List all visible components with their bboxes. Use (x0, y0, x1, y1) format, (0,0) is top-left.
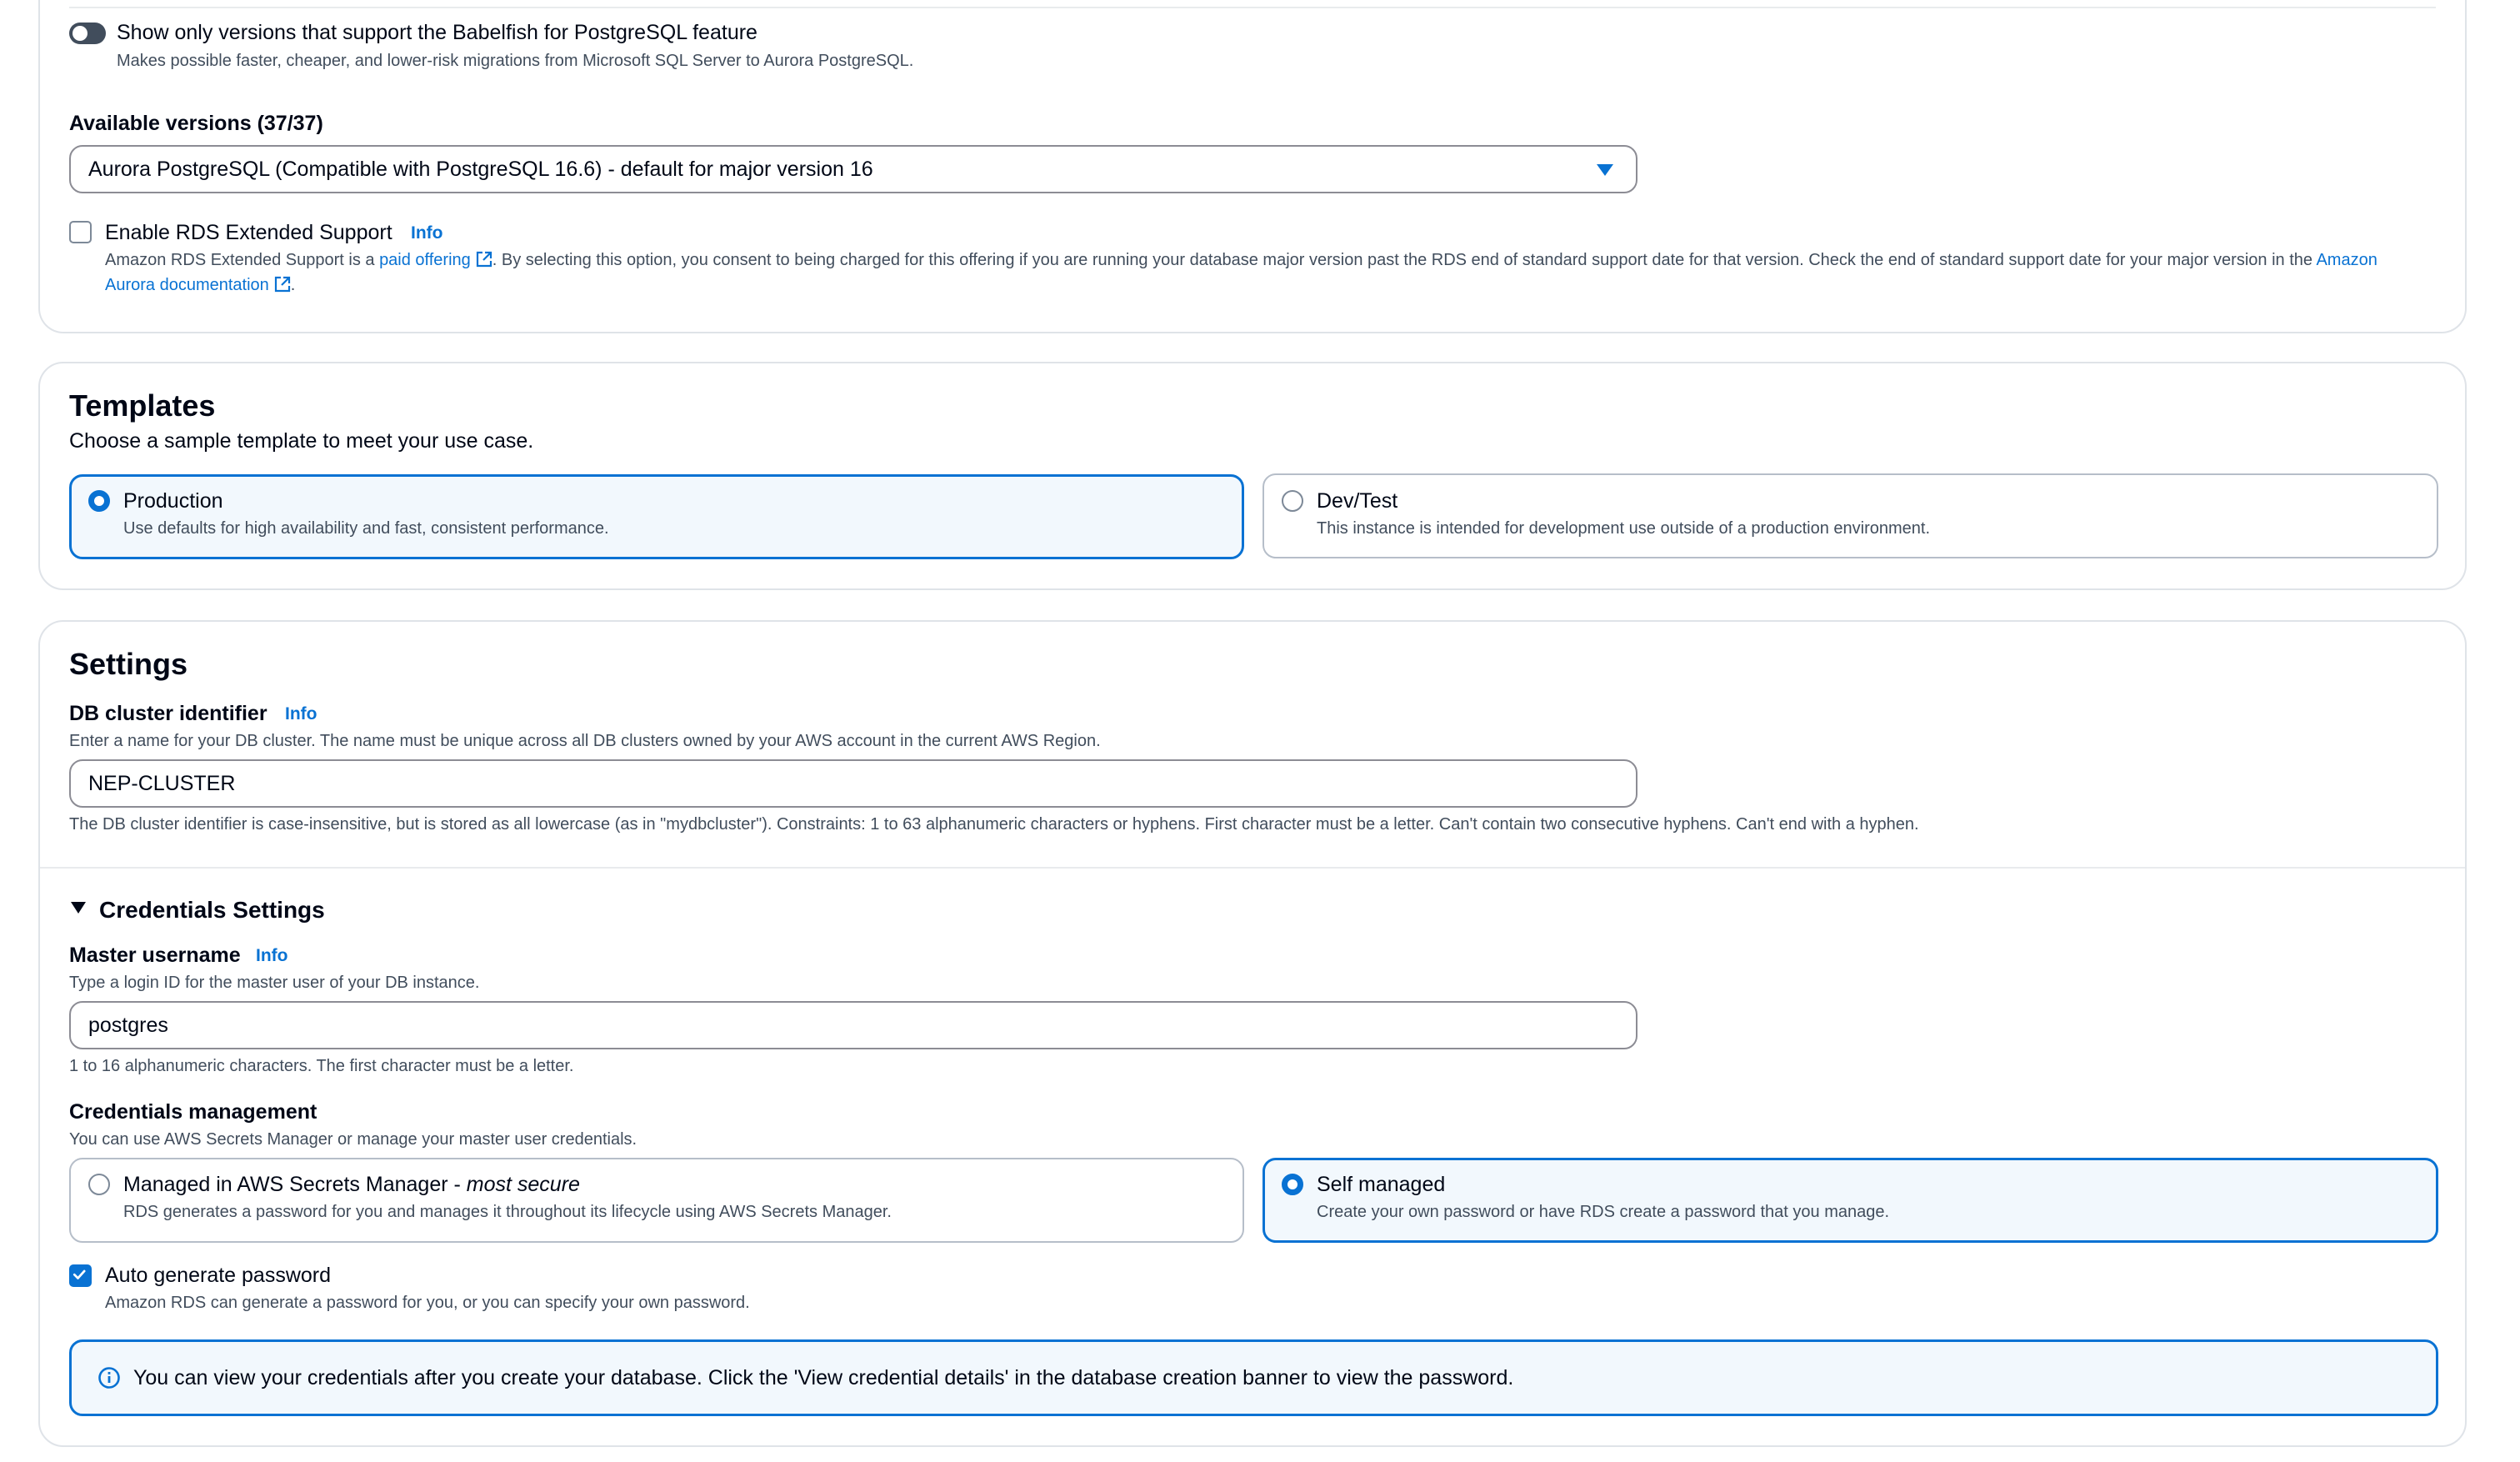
templates-title: Templates (69, 388, 216, 423)
checkmark-icon (72, 1269, 86, 1279)
template-devtest-tile[interactable] (1262, 473, 2438, 558)
self-managed-label: Self managed (1317, 1173, 1446, 1196)
extended-support-label: Enable RDS Extended Support (105, 221, 392, 244)
template-devtest-label: Dev/Test (1317, 489, 1398, 513)
managed-secrets-label: Managed in AWS Secrets Manager - most se… (123, 1173, 580, 1197)
credentials-management-label: Credentials management (69, 1100, 318, 1124)
cluster-id-value: NEP-CLUSTER (88, 772, 236, 795)
credentials-management-description: You can use AWS Secrets Manager or manag… (69, 1130, 638, 1149)
babelfish-description: Makes possible faster, cheaper, and lowe… (117, 52, 914, 70)
desc-text: Amazon RDS Extended Support is a (105, 251, 380, 269)
credentials-settings-title: Credentials Settings (99, 897, 325, 923)
settings-title: Settings (69, 647, 188, 681)
cluster-id-info-link[interactable]: Info (285, 704, 317, 724)
master-username-description: Type a login ID for the master user of y… (69, 974, 480, 992)
managed-secrets-tile[interactable] (69, 1158, 1244, 1243)
self-managed-tile[interactable] (1262, 1158, 2438, 1243)
credentials-info-alert-text: You can view your credentials after you … (133, 1366, 1514, 1389)
self-managed-radio[interactable] (1282, 1174, 1303, 1195)
divider (40, 867, 2465, 869)
master-username-label: Master username (69, 944, 241, 967)
caret-down-icon (71, 902, 86, 914)
cluster-id-label: DB cluster identifier (69, 702, 268, 725)
self-managed-description: Create your own password or have RDS cre… (1317, 1203, 1890, 1221)
desc-text: . (290, 276, 296, 294)
master-username-input[interactable]: postgres (69, 1001, 1638, 1049)
auto-generate-password-description: Amazon RDS can generate a password for y… (105, 1294, 750, 1312)
cluster-id-constraint: The DB cluster identifier is case-insens… (69, 815, 1919, 834)
extended-support-description: Amazon RDS Extended Support is a paid of… (105, 248, 2430, 298)
version-select[interactable]: Aurora PostgreSQL (Compatible with Postg… (69, 145, 1638, 193)
extended-support-info-link[interactable]: Info (411, 223, 442, 243)
template-devtest-description: This instance is intended for developmen… (1317, 519, 1930, 538)
most-secure-emphasis: most secure (466, 1173, 580, 1196)
master-username-value: postgres (88, 1014, 168, 1037)
paid-offering-link-text: paid offering (379, 251, 471, 269)
cluster-id-description: Enter a name for your DB cluster. The na… (69, 732, 1101, 750)
info-circle-icon (98, 1367, 120, 1389)
template-production-label: Production (123, 489, 223, 513)
master-username-info-link[interactable]: Info (256, 946, 288, 966)
babelfish-label: Show only versions that support the Babe… (117, 21, 758, 44)
external-link-icon (274, 276, 290, 293)
template-production-radio[interactable] (88, 490, 110, 512)
external-link-icon (476, 251, 492, 268)
managed-secrets-description: RDS generates a password for you and man… (123, 1203, 892, 1221)
managed-secrets-radio[interactable] (88, 1174, 110, 1195)
templates-description: Choose a sample template to meet your us… (69, 429, 534, 453)
template-production-description: Use defaults for high availability and f… (123, 519, 609, 538)
credentials-info-alert: You can view your credentials after you … (69, 1339, 2438, 1416)
divider (69, 7, 2436, 8)
paid-offering-link[interactable]: paid offering (379, 251, 492, 269)
available-versions-label: Available versions (37/37) (69, 112, 323, 135)
auto-generate-password-checkbox[interactable] (69, 1264, 92, 1287)
desc-text: . By selecting this option, you consent … (492, 251, 2317, 269)
caret-down-icon (1597, 164, 1613, 176)
version-select-value: Aurora PostgreSQL (Compatible with Postg… (88, 158, 873, 181)
managed-secrets-label-text: Managed in AWS Secrets Manager - (123, 1173, 467, 1196)
template-production-tile[interactable] (69, 474, 1244, 559)
master-username-constraint: 1 to 16 alphanumeric characters. The fir… (69, 1057, 574, 1075)
auto-generate-password-label: Auto generate password (105, 1264, 332, 1287)
cluster-id-input[interactable]: NEP-CLUSTER (69, 759, 1638, 808)
extended-support-checkbox[interactable] (69, 221, 92, 243)
babelfish-toggle[interactable] (69, 23, 106, 44)
template-devtest-radio[interactable] (1282, 490, 1303, 512)
